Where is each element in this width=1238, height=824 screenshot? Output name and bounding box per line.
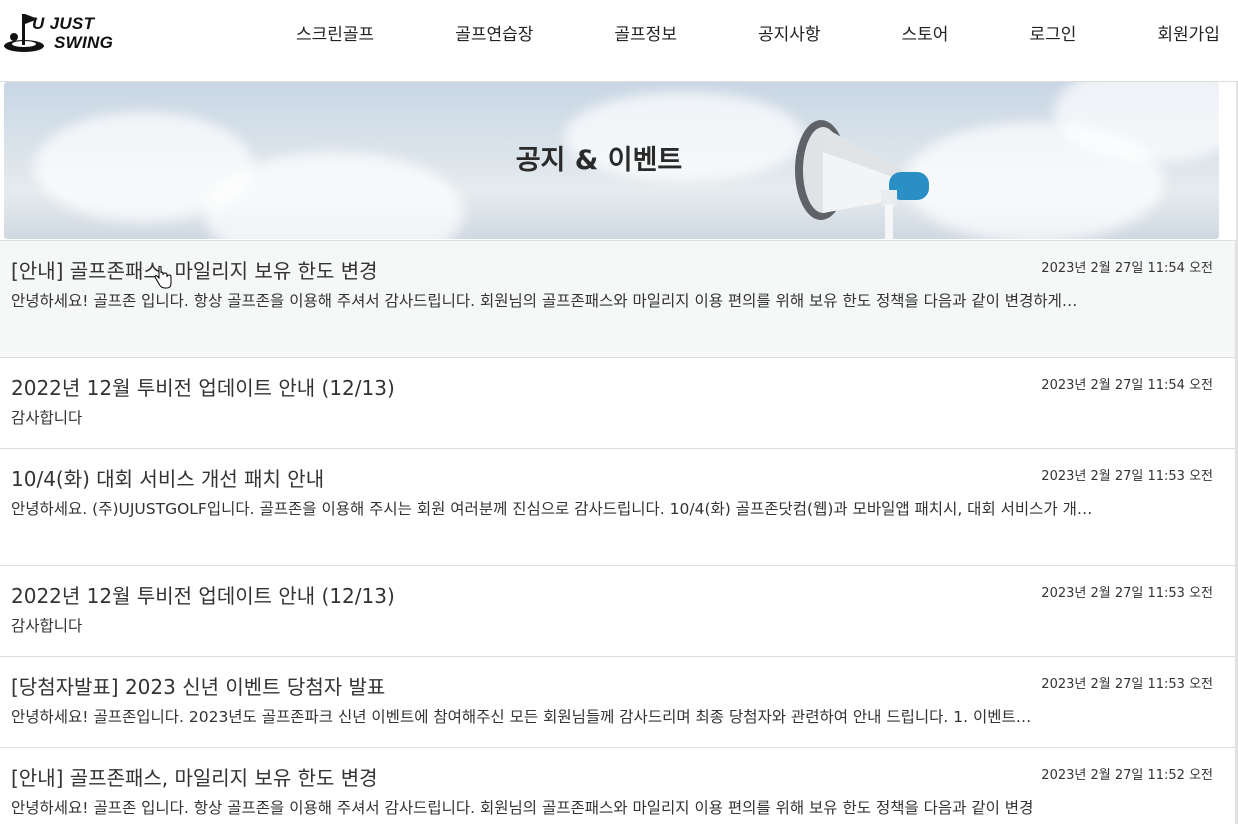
- notice-item[interactable]: 2022년 12월 투비전 업데이트 안내 (12/13) 2023년 2월 2…: [0, 358, 1236, 449]
- notice-title[interactable]: [당첨자발표] 2023 신년 이벤트 당첨자 발표: [11, 671, 385, 700]
- page: U JUST SWING 스크린골프 골프연습장 골프정보 공지사항 스토어 로…: [0, 0, 1238, 824]
- notice-date: 2023년 2월 27일 11:54 오전: [1041, 378, 1213, 393]
- notice-date: 2023년 2월 27일 11:52 오전: [1041, 768, 1213, 783]
- notice-title[interactable]: [안내] 골프존패스, 마일리지 보유 한도 변경: [11, 762, 378, 791]
- hand-pointer-cursor-icon: [154, 266, 172, 289]
- top-header: U JUST SWING 스크린골프 골프연습장 골프정보 공지사항 스토어 로…: [0, 0, 1238, 82]
- hero-banner: 공지 & 이벤트: [4, 82, 1219, 239]
- notice-date: 2023년 2월 27일 11:53 오전: [1041, 586, 1213, 601]
- notice-excerpt: 안녕하세요! 골프존 입니다. 항상 골프존을 이용해 주셔서 감사드립니다. …: [11, 292, 1078, 310]
- notice-excerpt: 안녕하세요! 골프존 입니다. 항상 골프존을 이용해 주셔서 감사드립니다. …: [11, 799, 1034, 817]
- site-logo[interactable]: U JUST SWING: [2, 10, 127, 56]
- notice-item[interactable]: [안내] 골프존패스, 마일리지 보유 한도 변경 2023년 2월 27일 1…: [0, 240, 1236, 358]
- logo-text: U JUST SWING: [32, 14, 113, 52]
- notice-item[interactable]: [당첨자발표] 2023 신년 이벤트 당첨자 발표 2023년 2월 27일 …: [0, 657, 1236, 748]
- nav-signup[interactable]: 회원가입: [1157, 20, 1220, 45]
- notice-title[interactable]: 2022년 12월 투비전 업데이트 안내 (12/13): [11, 372, 395, 401]
- nav-golf-info[interactable]: 골프정보: [614, 20, 677, 45]
- notice-date: 2023년 2월 27일 11:53 오전: [1041, 469, 1213, 484]
- nav-screen-golf[interactable]: 스크린골프: [296, 20, 374, 45]
- main-nav: 스크린골프 골프연습장 골프정보 공지사항 스토어 로그인 회원가입: [296, 20, 1220, 45]
- notice-item[interactable]: 10/4(화) 대회 서비스 개선 패치 안내 2023년 2월 27일 11:…: [0, 449, 1236, 566]
- notice-title[interactable]: [안내] 골프존패스, 마일리지 보유 한도 변경: [11, 255, 378, 284]
- notice-excerpt: 안녕하세요! 골프존입니다. 2023년도 골프존파크 신년 이벤트에 참여해주…: [11, 708, 1032, 726]
- notice-excerpt: 안녕하세요. (주)UJUSTGOLF입니다. 골프존을 이용해 주시는 회원 …: [11, 500, 1093, 518]
- notice-item[interactable]: 2022년 12월 투비전 업데이트 안내 (12/13) 2023년 2월 2…: [0, 566, 1236, 657]
- logo-line-1: U JUST: [32, 14, 95, 33]
- notice-list: [안내] 골프존패스, 마일리지 보유 한도 변경 2023년 2월 27일 1…: [0, 240, 1236, 824]
- notice-title[interactable]: 10/4(화) 대회 서비스 개선 패치 안내: [11, 463, 324, 492]
- logo-line-2: SWING: [54, 33, 114, 52]
- notice-excerpt: 감사합니다: [11, 617, 83, 635]
- notice-date: 2023년 2월 27일 11:53 오전: [1041, 677, 1213, 692]
- notice-excerpt: 감사합니다: [11, 409, 83, 427]
- nav-driving-range[interactable]: 골프연습장: [455, 20, 533, 45]
- nav-store[interactable]: 스토어: [902, 20, 949, 45]
- notice-title[interactable]: 2022년 12월 투비전 업데이트 안내 (12/13): [11, 580, 395, 609]
- nav-login[interactable]: 로그인: [1029, 20, 1076, 45]
- nav-notices[interactable]: 공지사항: [758, 20, 821, 45]
- megaphone-icon: [795, 120, 929, 239]
- notice-item[interactable]: [안내] 골프존패스, 마일리지 보유 한도 변경 2023년 2월 27일 1…: [0, 748, 1236, 824]
- banner-title: 공지 & 이벤트: [515, 145, 683, 176]
- notice-date: 2023년 2월 27일 11:54 오전: [1041, 261, 1213, 276]
